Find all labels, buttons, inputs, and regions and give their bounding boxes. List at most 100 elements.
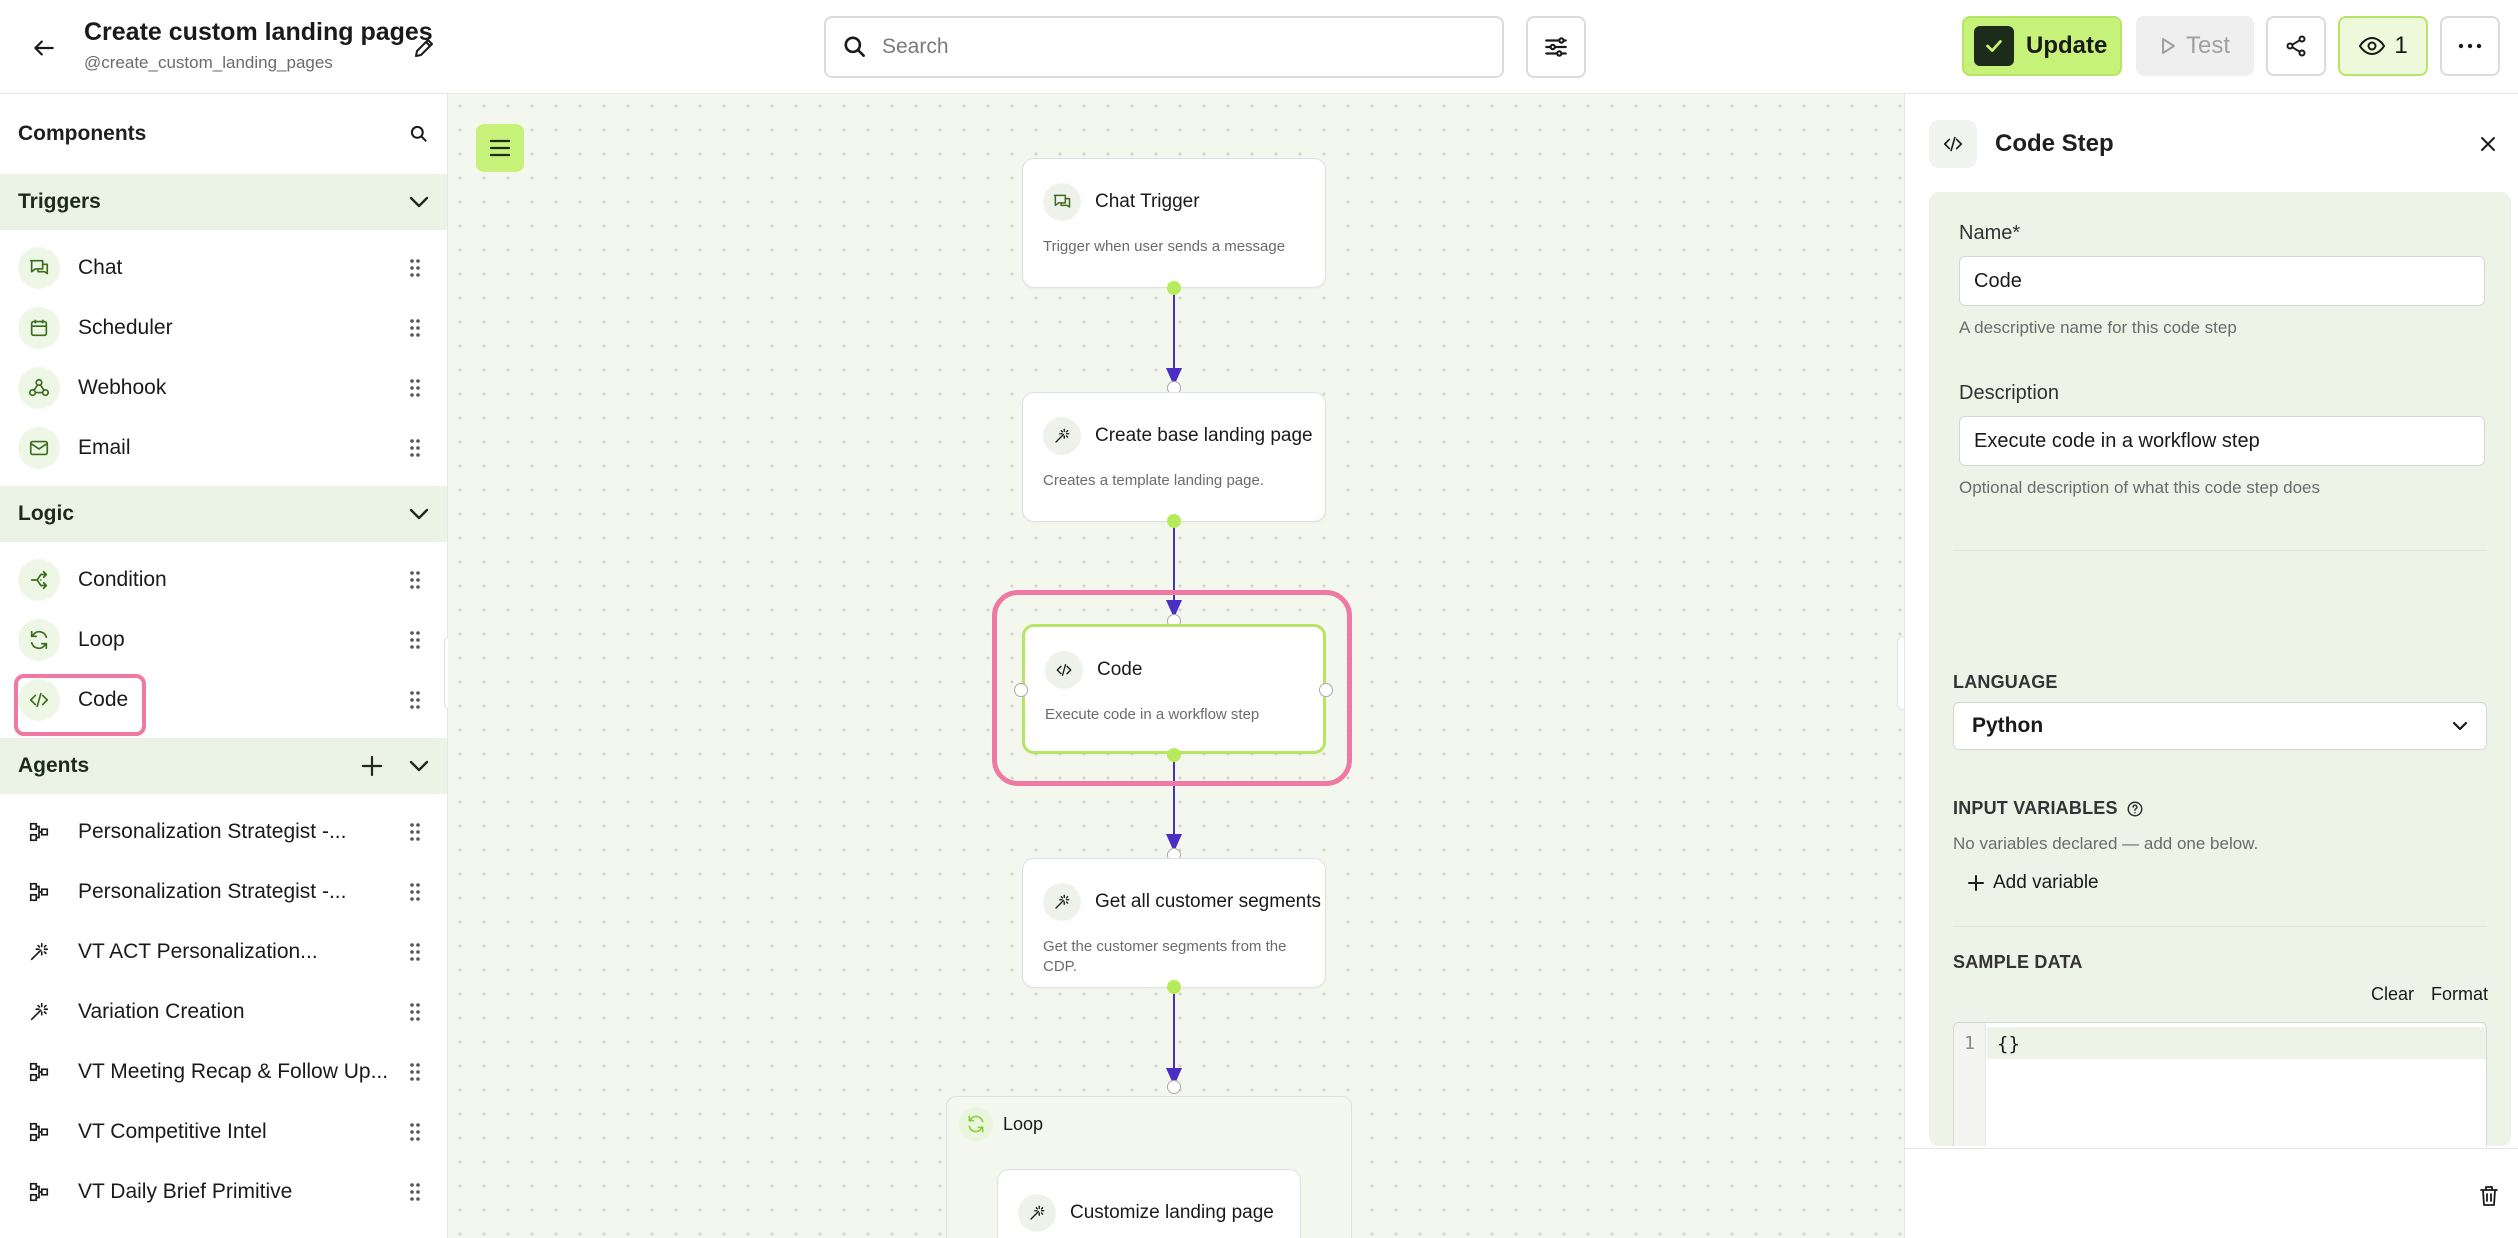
drag-handle-icon[interactable] xyxy=(409,942,421,962)
language-value: Python xyxy=(1972,714,2044,737)
section-header-agents[interactable]: Agents xyxy=(0,738,447,794)
top-bar: Create custom landing pages @create_cust… xyxy=(0,0,2518,94)
code-line[interactable]: {} xyxy=(1987,1027,2486,1059)
workflow-icon xyxy=(18,871,60,913)
node-chat-trigger[interactable]: Chat Trigger Trigger when user sends a m… xyxy=(1022,158,1326,288)
section-header-logic[interactable]: Logic xyxy=(0,486,447,542)
search-icon[interactable] xyxy=(409,124,429,144)
agent-item[interactable]: Variation Creation xyxy=(0,982,447,1042)
trash-icon[interactable] xyxy=(2479,1185,2499,1207)
language-select[interactable]: Python xyxy=(1953,702,2487,750)
drag-handle-icon[interactable] xyxy=(409,1122,421,1142)
loop-container[interactable]: Loop Customize landing page xyxy=(946,1096,1352,1238)
component-label: Loop xyxy=(78,628,125,651)
viewers-button[interactable]: 1 xyxy=(2338,16,2428,76)
sample-data-editor[interactable]: 1 {} xyxy=(1953,1022,2487,1146)
test-button[interactable]: Test xyxy=(2136,16,2254,76)
chevron-down-icon[interactable] xyxy=(409,508,429,520)
back-button[interactable] xyxy=(22,26,66,70)
node-title: Code xyxy=(1097,659,1143,680)
chat-icon xyxy=(18,247,60,289)
component-item-webhook[interactable]: Webhook xyxy=(0,358,447,418)
drag-handle-icon[interactable] xyxy=(409,1182,421,1202)
node-description: Creates a template landing page. xyxy=(1043,472,1264,489)
calendar-icon xyxy=(18,307,60,349)
chevron-down-icon[interactable] xyxy=(409,760,429,772)
component-item-code[interactable]: Code xyxy=(0,670,447,736)
section-header-triggers[interactable]: Triggers xyxy=(0,174,447,230)
component-item-scheduler[interactable]: Scheduler xyxy=(0,298,447,358)
search-input[interactable] xyxy=(882,35,1462,59)
description-input[interactable] xyxy=(1959,416,2485,466)
right-port[interactable] xyxy=(1319,683,1333,697)
chevron-down-icon[interactable] xyxy=(409,196,429,208)
pencil-icon xyxy=(415,39,433,57)
output-port[interactable] xyxy=(1167,514,1181,528)
drag-handle-icon[interactable] xyxy=(409,318,421,338)
input-port[interactable] xyxy=(1167,1080,1181,1094)
drag-handle-icon[interactable] xyxy=(409,438,421,458)
component-item-email[interactable]: Email xyxy=(0,418,447,478)
agent-item[interactable]: VT Competitive Intel xyxy=(0,1102,447,1162)
component-label: Variation Creation xyxy=(78,1000,245,1023)
component-label: VT Competitive Intel xyxy=(78,1120,267,1143)
drag-handle-icon[interactable] xyxy=(409,258,421,278)
output-port[interactable] xyxy=(1167,980,1181,994)
format-button[interactable]: Format xyxy=(2431,984,2488,1005)
node-title: Chat Trigger xyxy=(1095,191,1200,212)
node-customize-landing-page[interactable]: Customize landing page xyxy=(997,1169,1301,1238)
sample-data-label: SAMPLE DATA xyxy=(1953,952,2083,972)
loop-icon xyxy=(18,619,60,661)
line-number: 1 xyxy=(1954,1023,1986,1146)
node-code[interactable]: Code Execute code in a workflow step xyxy=(1022,624,1326,754)
drag-handle-icon[interactable] xyxy=(409,1062,421,1082)
node-description: Get the customer segments from the CDP. xyxy=(1043,938,1287,975)
drag-handle-icon[interactable] xyxy=(409,822,421,842)
drag-handle-icon[interactable] xyxy=(409,1002,421,1022)
agent-item[interactable]: VT Meeting Recap & Follow Up... xyxy=(0,1042,447,1102)
agent-item[interactable]: Personalization Strategist -... xyxy=(0,862,447,922)
output-port[interactable] xyxy=(1167,748,1181,762)
panel-footer xyxy=(1905,1148,2518,1238)
component-item-condition[interactable]: Condition xyxy=(0,550,447,610)
section-title: Logic xyxy=(18,502,74,525)
workflow-canvas[interactable]: Chat Trigger Trigger when user sends a m… xyxy=(448,94,1904,1238)
drag-handle-icon[interactable] xyxy=(409,630,421,650)
language-label: LANGUAGE xyxy=(1953,672,2058,692)
agent-item[interactable]: Personalization Strategist -... xyxy=(0,802,447,862)
component-label: Personalization Strategist -... xyxy=(78,820,347,843)
output-port[interactable] xyxy=(1167,281,1181,295)
component-label: Email xyxy=(78,436,131,459)
sparkle-icon xyxy=(1018,1194,1056,1232)
component-item-chat[interactable]: Chat xyxy=(0,238,447,298)
drag-handle-icon[interactable] xyxy=(409,882,421,902)
agent-item[interactable]: VT ACT Personalization... xyxy=(0,922,447,982)
more-options-button[interactable] xyxy=(2440,16,2500,76)
filter-settings-button[interactable] xyxy=(1526,16,1586,78)
agent-item[interactable]: VT Daily Brief Primitive xyxy=(0,1162,447,1222)
drag-handle-icon[interactable] xyxy=(409,690,421,710)
help-circle-icon[interactable] xyxy=(2126,800,2144,818)
drag-handle-icon[interactable] xyxy=(409,378,421,398)
chevron-down-icon xyxy=(2452,721,2468,731)
close-panel-button[interactable] xyxy=(2472,128,2504,160)
node-get-customer-segments[interactable]: Get all customer segments Get the custom… xyxy=(1022,858,1326,988)
search-box[interactable] xyxy=(824,16,1504,78)
share-button[interactable] xyxy=(2266,16,2326,76)
node-create-base-landing-page[interactable]: Create base landing page Creates a templ… xyxy=(1022,392,1326,522)
plus-icon[interactable] xyxy=(361,755,383,777)
drag-handle-icon[interactable] xyxy=(409,570,421,590)
left-port[interactable] xyxy=(1014,683,1028,697)
code-icon xyxy=(1929,120,1977,168)
branch-icon xyxy=(18,559,60,601)
clear-button[interactable]: Clear xyxy=(2371,984,2414,1005)
loop-title: Loop xyxy=(1003,1113,1044,1134)
component-label: Condition xyxy=(78,568,167,591)
edit-title-button[interactable] xyxy=(404,28,444,68)
components-title: Components xyxy=(18,122,147,145)
update-button[interactable]: Update xyxy=(1962,16,2122,76)
node-title: Get all customer segments xyxy=(1095,891,1321,912)
add-variable-button[interactable]: Add variable xyxy=(1967,872,2099,894)
name-input[interactable] xyxy=(1959,256,2485,306)
component-item-loop[interactable]: Loop xyxy=(0,610,447,670)
